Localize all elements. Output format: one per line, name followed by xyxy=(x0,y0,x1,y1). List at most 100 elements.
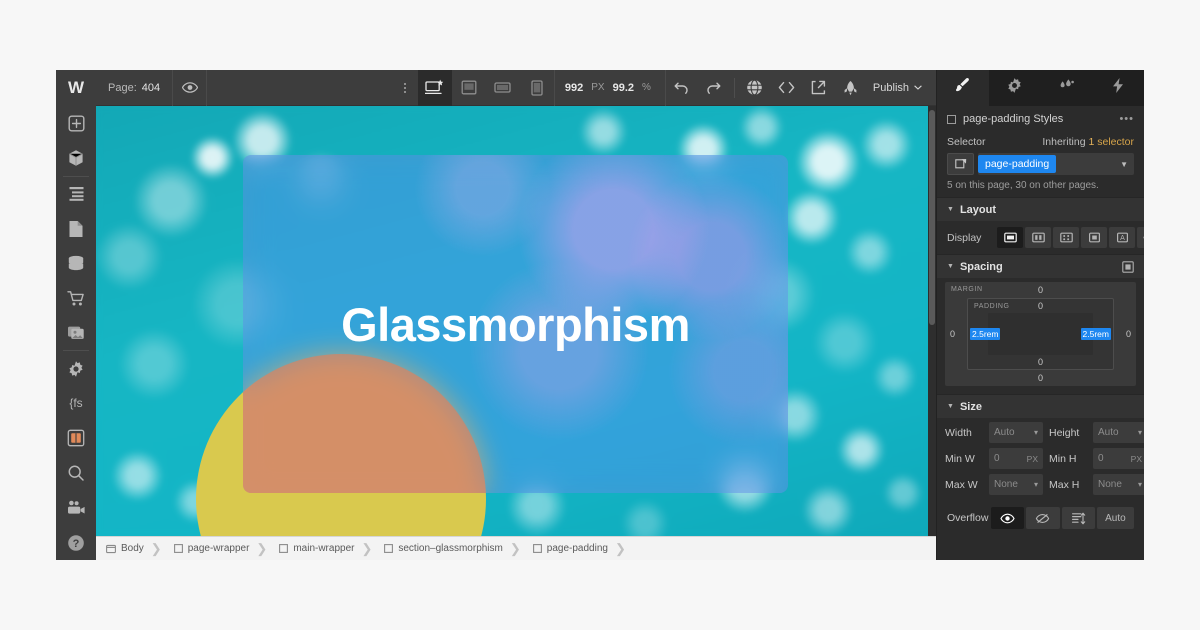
max-width-label: Max W xyxy=(945,478,978,491)
tab-effects[interactable] xyxy=(1092,70,1144,106)
spacing-mode-icon[interactable] xyxy=(1122,260,1134,273)
breadcrumb-item-body[interactable]: Body ❯ xyxy=(102,537,170,561)
section-header-size[interactable]: ▼ Size xyxy=(937,394,1144,418)
sidebar-item-video-tutorials[interactable] xyxy=(56,490,96,525)
sidebar-item-search[interactable] xyxy=(56,456,96,491)
min-width-input[interactable]: 0 PX xyxy=(989,448,1043,469)
sidebar-item-ecommerce[interactable] xyxy=(56,281,96,316)
redo-button[interactable] xyxy=(698,70,730,106)
decorative-salmon-circle xyxy=(243,354,486,493)
publish-button[interactable]: Publish xyxy=(867,82,936,94)
canvas-size-indicator[interactable]: 992 PX 99.2 % xyxy=(553,70,666,106)
tab-settings[interactable] xyxy=(989,70,1041,106)
breakpoint-desktop[interactable] xyxy=(417,70,452,106)
selector-tag[interactable]: page-padding xyxy=(978,155,1057,173)
overflow-visible-button[interactable] xyxy=(991,507,1025,529)
width-label: Width xyxy=(945,426,972,439)
margin-top-value[interactable]: 0 xyxy=(1038,285,1043,295)
max-height-input[interactable]: None ▾ xyxy=(1093,474,1144,495)
breadcrumb-separator: ❯ xyxy=(509,540,521,556)
sidebar-item-navigator[interactable] xyxy=(56,176,96,211)
padding-top-value[interactable]: 0 xyxy=(1038,301,1043,311)
sidebar-item-assets[interactable] xyxy=(56,316,96,351)
padding-left-value[interactable]: 2.5rem xyxy=(970,328,1001,340)
paintbrush-icon xyxy=(954,77,971,99)
undo-button[interactable] xyxy=(666,70,698,106)
sidebar-item-pages[interactable] xyxy=(56,211,96,246)
display-inline-button[interactable]: A xyxy=(1109,227,1135,248)
chevron-down-icon xyxy=(914,85,922,90)
sidebar-item-audit[interactable] xyxy=(56,421,96,456)
overflow-hidden-button[interactable] xyxy=(1026,507,1060,529)
breadcrumb-item-page-wrapper[interactable]: page-wrapper ❯ xyxy=(170,537,276,561)
share-button[interactable] xyxy=(803,70,835,106)
sidebar-item-help[interactable]: ? xyxy=(56,525,96,560)
style-panel-more-button[interactable]: ••• xyxy=(1119,113,1134,125)
webflow-logo[interactable]: W xyxy=(56,70,96,106)
inheriting-suffix[interactable]: selector xyxy=(1097,136,1134,148)
breadcrumb-separator: ❯ xyxy=(150,540,162,556)
style-panel-header: page-padding Styles ••• xyxy=(937,106,1144,132)
overflow-scroll-button[interactable] xyxy=(1061,507,1095,529)
svg-text:?: ? xyxy=(73,538,80,550)
selector-label: Selector xyxy=(947,136,986,148)
section-header-spacing[interactable]: ▼ Spacing xyxy=(937,254,1144,278)
height-input[interactable]: Auto ▾ xyxy=(1093,422,1144,443)
width-input[interactable]: Auto ▾ xyxy=(989,422,1043,443)
rocket-button[interactable] xyxy=(835,70,867,106)
chevron-down-icon[interactable]: ▼ xyxy=(1120,160,1128,169)
sidebar-item-settings[interactable] xyxy=(56,351,96,386)
section-header-layout[interactable]: ▼ Layout xyxy=(937,197,1144,221)
padding-right-value[interactable]: 2.5rem xyxy=(1080,328,1111,340)
margin-left-value[interactable]: 0 xyxy=(950,329,955,339)
sidebar-item-components[interactable] xyxy=(56,141,96,176)
min-height-input[interactable]: 0 PX xyxy=(1093,448,1144,469)
topbar-more-menu[interactable] xyxy=(392,70,418,106)
max-width-input[interactable]: None ▾ xyxy=(989,474,1043,495)
tab-style[interactable] xyxy=(937,70,989,106)
selector-input[interactable]: page-padding ▼ xyxy=(978,153,1134,175)
canvas-scrollbar-thumb[interactable] xyxy=(929,110,935,325)
padding-bottom-value[interactable]: 0 xyxy=(1038,357,1043,367)
margin-right-value[interactable]: 0 xyxy=(1126,329,1131,339)
breakpoint-tablet[interactable] xyxy=(452,70,486,106)
breadcrumb-item-section-glassmorphism[interactable]: section–glassmorphism ❯ xyxy=(380,537,528,561)
more-vertical-icon xyxy=(403,82,406,93)
style-panel-tabs xyxy=(937,70,1144,106)
width-value: Auto xyxy=(994,427,1015,438)
glass-panel[interactable]: Glassmorphism xyxy=(243,155,788,493)
chevron-down-icon: ▾ xyxy=(1137,480,1142,489)
margin-bottom-value[interactable]: 0 xyxy=(1038,373,1043,383)
page-indicator[interactable]: Page: 404 xyxy=(96,70,174,106)
overflow-auto-button[interactable]: Auto xyxy=(1096,507,1134,529)
sidebar-item-add-elements[interactable] xyxy=(56,106,96,141)
page-canvas[interactable]: Glassmorphism xyxy=(96,106,928,536)
tab-interactions[interactable] xyxy=(1041,70,1093,106)
canvas-width-value: 992 xyxy=(564,81,584,94)
breadcrumb-item-page-padding[interactable]: page-padding ❯ xyxy=(529,537,634,561)
min-height-unit: PX xyxy=(1130,453,1142,464)
display-inline-block-button[interactable] xyxy=(1081,227,1107,248)
chevron-down-icon: ▾ xyxy=(1137,428,1142,437)
canvas-scrollbar[interactable] xyxy=(928,106,936,536)
canvas-area: Glassmorphism xyxy=(96,106,936,536)
padding-box[interactable]: PADDING 0 0 2.5rem 2.5rem xyxy=(967,298,1114,370)
display-none-button[interactable] xyxy=(1137,227,1144,248)
globe-button[interactable] xyxy=(739,70,771,106)
sidebar-item-cms[interactable] xyxy=(56,246,96,281)
chevron-down-icon: ▾ xyxy=(1033,480,1038,489)
code-button[interactable] xyxy=(771,70,803,106)
preview-toggle-button[interactable] xyxy=(173,70,208,106)
breadcrumb-item-main-wrapper[interactable]: main-wrapper ❯ xyxy=(275,537,380,561)
breakpoint-mobile-portrait[interactable] xyxy=(520,70,554,106)
margin-box[interactable]: MARGIN 0 0 0 0 PADDING 0 0 2.5rem 2.5rem xyxy=(945,282,1136,386)
gear-icon xyxy=(1006,77,1023,99)
breakpoint-mobile-landscape[interactable] xyxy=(486,70,520,106)
display-flex-button[interactable] xyxy=(1025,227,1051,248)
display-options: A xyxy=(997,227,1144,248)
display-block-button[interactable] xyxy=(997,227,1023,248)
sidebar-item-finsweet-extension[interactable]: {fs xyxy=(56,386,96,421)
selector-row: Selector Inheriting 1 selector xyxy=(937,132,1144,150)
selector-state-button[interactable] xyxy=(947,153,974,175)
display-grid-button[interactable] xyxy=(1053,227,1079,248)
